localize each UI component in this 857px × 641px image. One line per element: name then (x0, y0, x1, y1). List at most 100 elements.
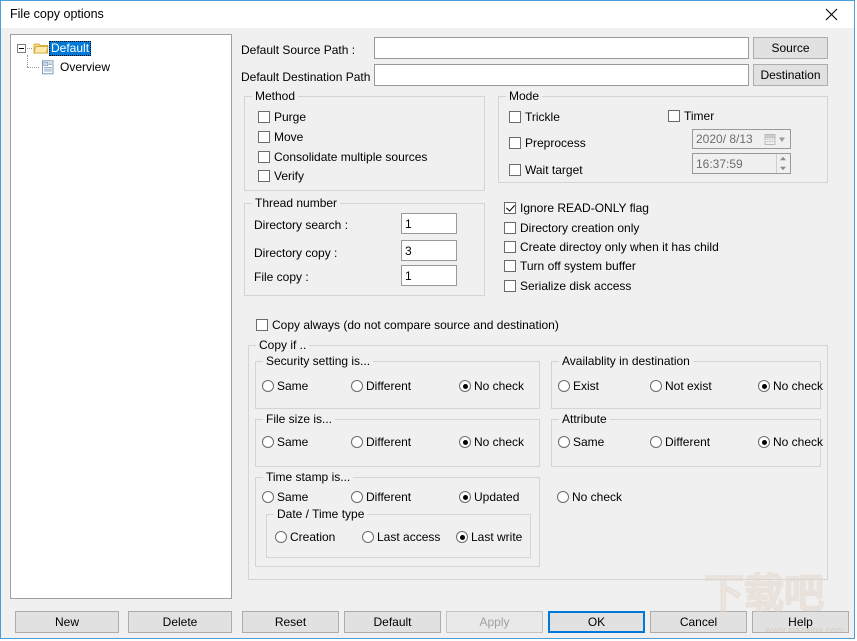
new-button[interactable]: New (15, 611, 119, 633)
radio-timestamp-no-check[interactable]: No check (557, 490, 622, 504)
attribute-group-title: Attribute (559, 412, 610, 426)
checkbox-turn-off-system-buffer[interactable]: Turn off system buffer (504, 259, 636, 273)
radio-circle (262, 491, 274, 503)
radio-datetime-creation[interactable]: Creation (275, 530, 335, 544)
reset-button[interactable]: Reset (242, 611, 339, 633)
checkbox-label: Create directoy only when it has child (520, 240, 719, 254)
tree-connector (27, 47, 32, 49)
checkbox-label: Turn off system buffer (520, 259, 636, 273)
close-icon[interactable] (809, 1, 854, 27)
checkbox-box (258, 111, 270, 123)
checkbox-trickle[interactable]: Trickle (509, 110, 560, 124)
radio-security-different[interactable]: Different (351, 379, 411, 393)
radio-availability-no-check[interactable]: No check (758, 379, 823, 393)
radio-circle (351, 436, 363, 448)
radio-security-same[interactable]: Same (262, 379, 308, 393)
checkbox-box (504, 280, 516, 292)
profile-tree[interactable]: Default Overview (10, 34, 232, 599)
radio-circle (557, 491, 569, 503)
file-copy-input[interactable] (401, 265, 457, 286)
radio-circle (362, 531, 374, 543)
checkbox-move[interactable]: Move (258, 130, 303, 144)
radio-timestamp-updated[interactable]: Updated (459, 490, 519, 504)
radio-circle (275, 531, 287, 543)
tree-item-label-overview: Overview (60, 59, 111, 74)
directory-copy-input[interactable] (401, 240, 457, 261)
cancel-button[interactable]: Cancel (650, 611, 747, 633)
checkbox-ignore-read-only-flag[interactable]: Ignore READ-ONLY flag (504, 201, 649, 215)
directory-search-input[interactable] (401, 213, 457, 234)
spinner-down-icon[interactable] (777, 164, 789, 174)
checkbox-timer[interactable]: Timer (668, 109, 714, 123)
mode-group-title: Mode (506, 89, 543, 103)
timer-time-value: 16:37:59 (696, 156, 743, 171)
checkbox-box (258, 170, 270, 182)
checkbox-box (258, 131, 270, 143)
source-browse-button[interactable]: Source (753, 37, 828, 59)
ok-button[interactable]: OK (548, 611, 645, 633)
radio-circle (650, 380, 662, 392)
default-button[interactable]: Default (344, 611, 441, 633)
radio-filesize-different[interactable]: Different (351, 435, 411, 449)
checkbox-preprocess[interactable]: Preprocess (509, 136, 586, 150)
source-path-input[interactable] (374, 37, 749, 59)
checkbox-label: Wait target (525, 163, 583, 177)
radio-filesize-no-check[interactable]: No check (459, 435, 524, 449)
radio-attribute-no-check[interactable]: No check (758, 435, 823, 449)
checkbox-directory-creation-only[interactable]: Directory creation only (504, 221, 639, 235)
checkbox-box (668, 110, 680, 122)
radio-label: No check (773, 379, 824, 393)
radio-security-no-check[interactable]: No check (459, 379, 524, 393)
checkbox-label: Consolidate multiple sources (274, 150, 428, 164)
time-stamp-group-title: Time stamp is... (263, 470, 354, 484)
destination-path-input[interactable] (374, 64, 749, 86)
time-spinner[interactable] (776, 154, 789, 173)
radio-attribute-different[interactable]: Different (650, 435, 710, 449)
checkbox-box (504, 222, 516, 234)
checkbox-box (504, 241, 516, 253)
availability-group-title: Availablity in destination (559, 354, 693, 368)
delete-button[interactable]: Delete (128, 611, 232, 633)
radio-circle (351, 491, 363, 503)
checkbox-create-directory-only-when-has-child[interactable]: Create directoy only when it has child (504, 240, 719, 254)
tree-item-overview[interactable]: Overview (27, 59, 112, 75)
checkbox-serialize-disk-access[interactable]: Serialize disk access (504, 279, 631, 293)
radio-filesize-same[interactable]: Same (262, 435, 308, 449)
radio-circle (351, 380, 363, 392)
radio-circle (758, 436, 770, 448)
tree-connector-child (27, 66, 39, 68)
radio-label: Last access (377, 530, 441, 544)
calendar-dropdown-icon[interactable] (763, 131, 789, 147)
destination-path-label: Default Destination Path : (241, 70, 378, 84)
destination-browse-button[interactable]: Destination (753, 64, 828, 86)
tree-item-default[interactable]: Default (17, 40, 92, 56)
checkbox-box (256, 319, 268, 331)
checkbox-copy-always[interactable]: Copy always (do not compare source and d… (256, 318, 559, 332)
radio-label: Different (665, 435, 711, 449)
radio-availability-not-exist[interactable]: Not exist (650, 379, 712, 393)
checkbox-label: Verify (274, 169, 305, 183)
radio-timestamp-different[interactable]: Different (351, 490, 411, 504)
directory-copy-label: Directory copy : (254, 246, 338, 260)
checkbox-verify[interactable]: Verify (258, 169, 304, 183)
radio-label: Exist (573, 379, 600, 393)
radio-circle (558, 436, 570, 448)
checkbox-wait-target[interactable]: Wait target (509, 163, 583, 177)
expander-icon[interactable] (17, 43, 26, 53)
radio-datetime-last-write[interactable]: Last write (456, 530, 522, 544)
radio-timestamp-same[interactable]: Same (262, 490, 308, 504)
title-bar: File copy options (1, 1, 854, 28)
radio-datetime-last-access[interactable]: Last access (362, 530, 440, 544)
document-icon (41, 59, 55, 75)
spinner-up-icon[interactable] (777, 154, 789, 164)
checkbox-consolidate-multiple-sources[interactable]: Consolidate multiple sources (258, 150, 427, 164)
checkbox-box (504, 260, 516, 272)
directory-search-label: Directory search : (254, 218, 349, 232)
radio-label: Different (366, 490, 412, 504)
radio-attribute-same[interactable]: Same (558, 435, 604, 449)
checkbox-purge[interactable]: Purge (258, 110, 306, 124)
help-button[interactable]: Help (752, 611, 849, 633)
radio-availability-exist[interactable]: Exist (558, 379, 599, 393)
checkbox-label: Copy always (do not compare source and d… (272, 318, 559, 332)
checkbox-box (509, 111, 521, 123)
